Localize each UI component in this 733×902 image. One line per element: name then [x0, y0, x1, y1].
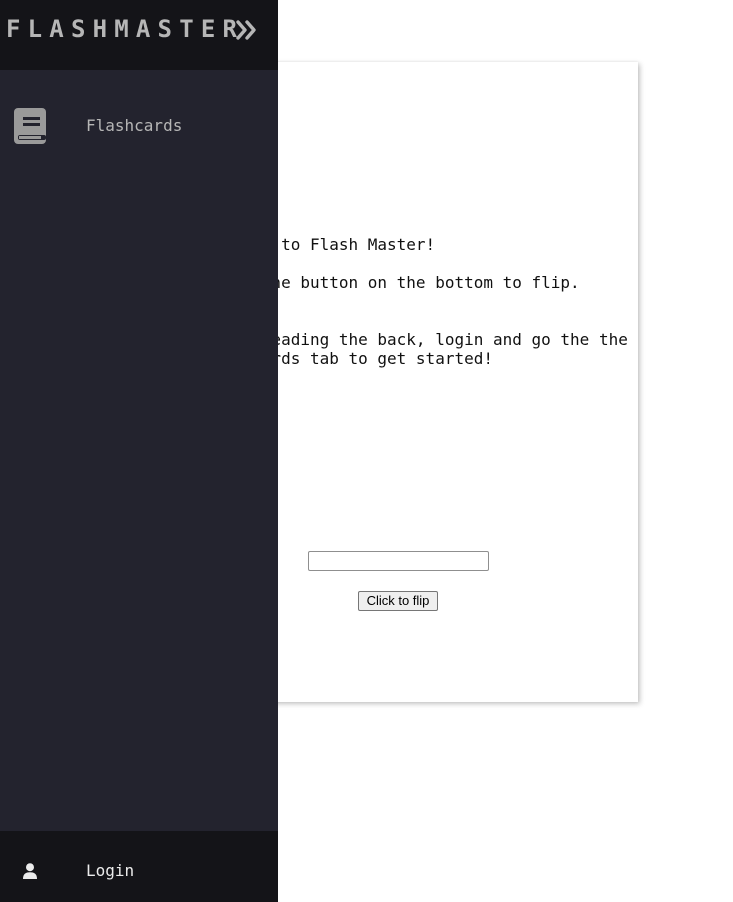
brand-logo-text: FLASHMASTER — [6, 15, 245, 43]
sidebar-login-label: Login — [86, 861, 135, 880]
flip-button[interactable]: Click to flip — [358, 591, 438, 611]
book-icon — [14, 108, 46, 144]
sidebar-item-login[interactable]: Login — [0, 831, 278, 902]
sidebar-item-label: Flashcards — [86, 116, 183, 135]
user-icon — [22, 863, 38, 879]
double-chevron-right-icon[interactable] — [234, 18, 258, 42]
sidebar-header: FLASHMASTER — [0, 0, 278, 70]
sidebar: FLASHMASTER Flashcards Login — [0, 0, 278, 902]
sidebar-item-flashcards[interactable]: Flashcards — [0, 90, 278, 162]
answer-input[interactable] — [308, 551, 489, 571]
